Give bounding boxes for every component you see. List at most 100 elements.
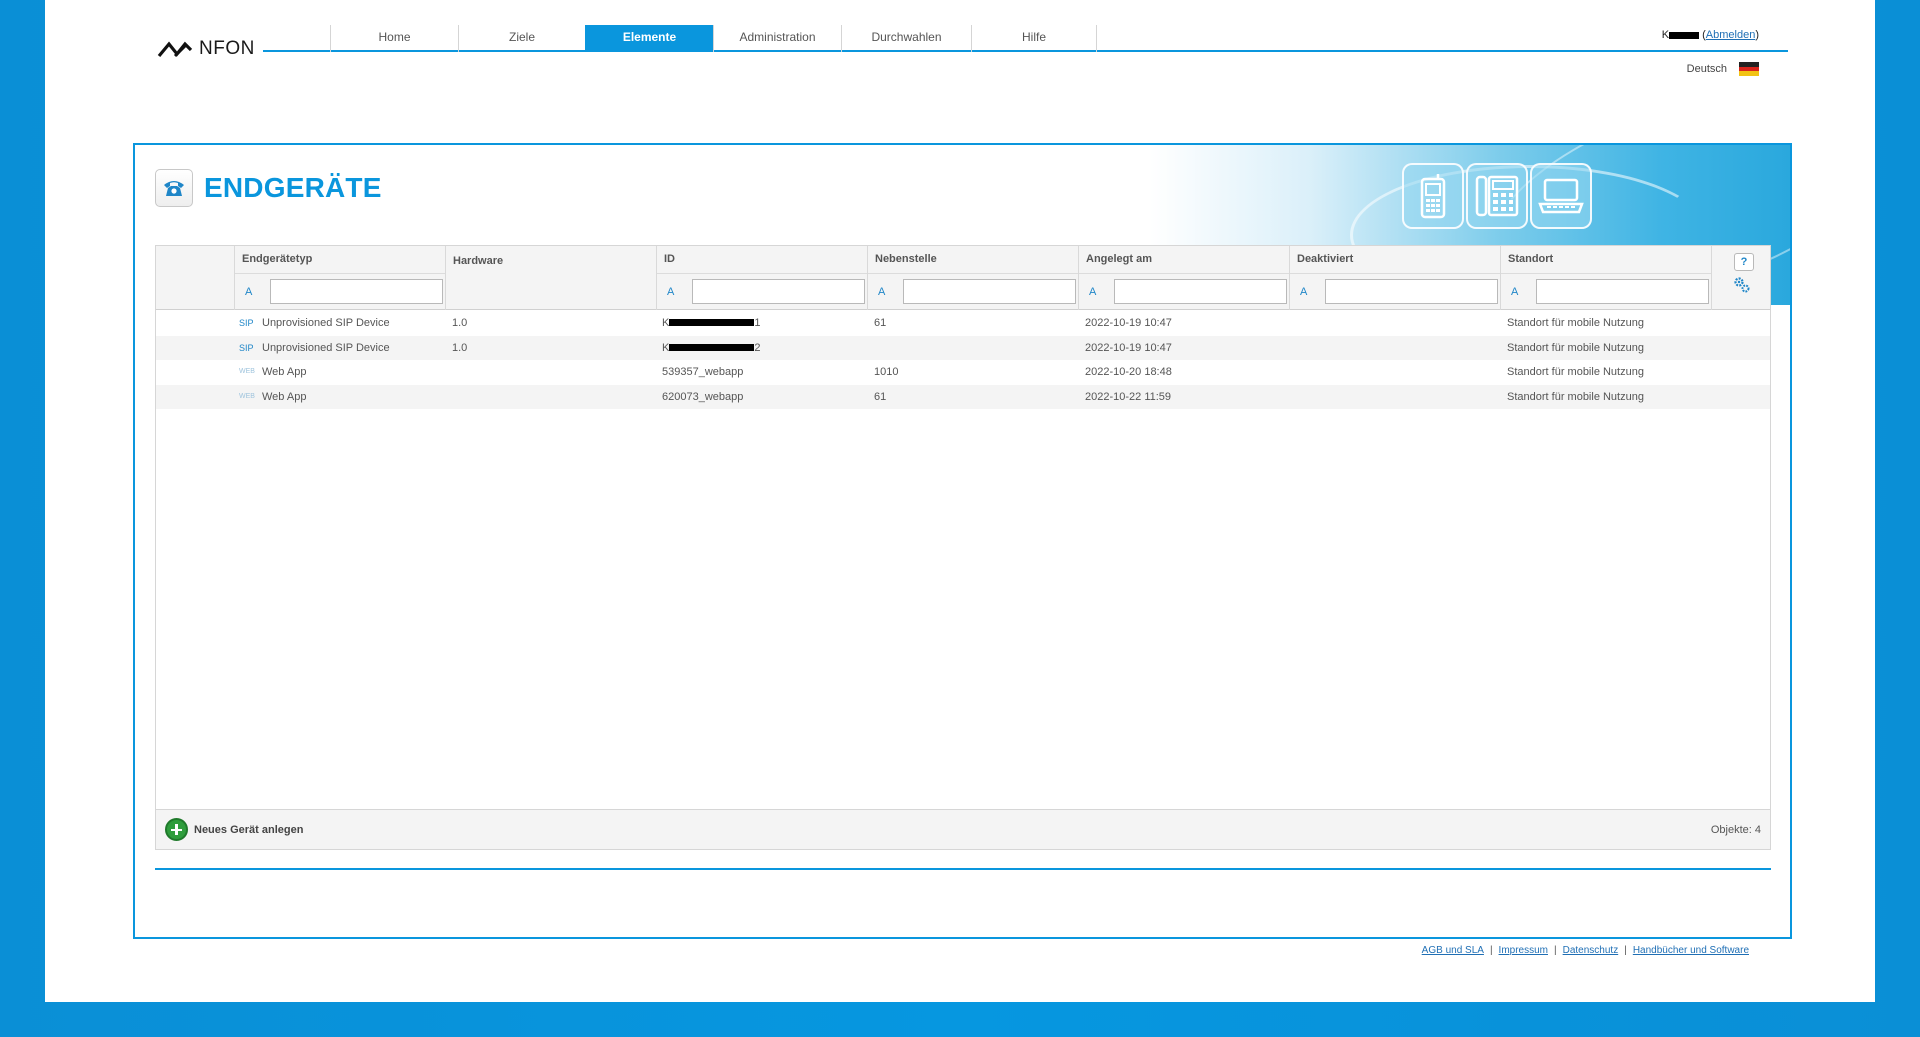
add-device-label: Neues Gerät anlegen [194,823,304,836]
panel-divider [155,868,1771,870]
cell-angelegt: 2022-10-20 18:48 [1085,366,1172,378]
cell-angelegt: 2022-10-19 10:47 [1085,341,1172,354]
nfon-logo[interactable]: NFON [157,38,255,60]
add-device-button[interactable]: Neues Gerät anlegen [165,818,303,841]
cell-nebenstelle: 61 [874,317,887,329]
nav-hilfe[interactable]: Hilfe [971,25,1097,52]
nav-durchwahlen[interactable]: Durchwahlen [841,25,971,52]
column-standort: Standort A [1500,246,1711,310]
column-header-label[interactable]: Angelegt am [1086,253,1152,265]
page-title: ENDGERÄTE [204,172,382,203]
add-icon [165,818,188,841]
user-info: K (Abmelden) [1661,29,1759,41]
settings-gear-icon[interactable] [1733,276,1751,294]
cell-standort: Standort für mobile Nutzung [1507,317,1644,329]
column-hardware: Hardware [445,246,656,310]
footer-separator: | [1489,945,1493,956]
footer-links: AGB und SLA | Impressum | Datenschutz | … [1422,945,1749,956]
footer-link-handbuecher[interactable]: Handbücher und Software [1633,945,1749,956]
cell-nebenstelle: 61 [874,390,887,403]
phone-icon [155,169,193,207]
table-header: Endgerätetyp A Hardware ID A Nebenstelle [156,246,1770,310]
column-header-label[interactable]: Deaktiviert [1297,253,1353,265]
footer-separator: | [1624,945,1627,956]
filter-mode-icon[interactable]: A [1511,286,1518,298]
webapp-icon: WEB [239,368,255,375]
nav-elemente[interactable]: Elemente [585,25,713,52]
column-header-label[interactable]: Nebenstelle [875,253,937,265]
nav-home[interactable]: Home [330,25,458,52]
cell-angelegt: 2022-10-22 11:59 [1085,390,1172,403]
column-endgeraetetyp: Endgerätetyp A [234,246,445,310]
column-tools: ? [1711,246,1772,310]
language-label: Deutsch [1686,63,1727,75]
laptop-icon [1530,163,1592,229]
cell-type: Unprovisioned SIP Device [262,341,390,354]
table-row[interactable]: SIP Unprovisioned SIP Device 1.0 K1 61 2… [156,311,1770,336]
filter-input-deaktiviert[interactable] [1325,279,1498,304]
cell-nebenstelle: 1010 [874,366,899,378]
column-header-label[interactable]: Standort [1508,253,1553,265]
filter-input-endgeraetetyp[interactable] [270,279,443,304]
cell-id: 620073_webapp [662,390,744,403]
nav-administration[interactable]: Administration [713,25,841,52]
main-panel: ENDGERÄTE Endgerätetyp A Hardware ID A N… [133,143,1792,939]
sip-icon: SIP [239,342,254,353]
cell-type: Web App [262,366,307,378]
footer-link-agb[interactable]: AGB und SLA [1422,945,1484,956]
brand-name: NFON [199,38,255,59]
page-header: ENDGERÄTE [155,169,382,207]
page-background: NFON Home Ziele Elemente Administration … [45,0,1875,1002]
cell-standort: Standort für mobile Nutzung [1507,341,1644,354]
filter-mode-icon[interactable]: A [878,286,885,298]
cell-id: K2 [662,341,761,354]
column-angelegt-am: Angelegt am A [1078,246,1289,310]
german-flag-icon[interactable] [1739,62,1759,77]
nav-ziele[interactable]: Ziele [458,25,585,52]
user-name-prefix: K [1661,29,1670,41]
filter-input-nebenstelle[interactable] [903,279,1076,304]
filter-input-angelegt-am[interactable] [1114,279,1287,304]
cell-type: Web App [262,390,307,403]
mobile-phone-icon [1402,163,1464,229]
device-icons [1402,163,1592,229]
table-row[interactable]: WEB Web App 620073_webapp 61 2022-10-22 … [156,384,1770,409]
filter-mode-icon[interactable]: A [667,286,674,298]
column-header-label[interactable]: ID [664,253,675,265]
cell-type: Unprovisioned SIP Device [262,317,390,329]
footer-link-impressum[interactable]: Impressum [1499,945,1548,956]
filter-input-id[interactable] [692,279,865,304]
filter-mode-icon[interactable]: A [1089,286,1096,298]
cell-hardware: 1.0 [452,317,468,329]
devices-table: Endgerätetyp A Hardware ID A Nebenstelle [155,245,1771,850]
cell-id: 539357_webapp [662,366,744,378]
column-header-label[interactable]: Endgerätetyp [242,253,312,265]
cell-standort: Standort für mobile Nutzung [1507,366,1644,378]
cell-hardware: 1.0 [452,341,468,354]
webapp-icon: WEB [239,392,255,400]
language-selector[interactable]: Deutsch [1686,62,1759,77]
cell-standort: Standort für mobile Nutzung [1507,390,1644,403]
table-footer: Neues Gerät anlegen Objekte: 4 [156,809,1770,849]
user-name-redacted [1669,31,1700,39]
main-nav: Home Ziele Elemente Administration Durch… [330,25,1097,52]
sip-icon: SIP [239,318,254,328]
column-deaktiviert: Deaktiviert A [1289,246,1500,310]
desk-phone-icon [1466,163,1528,229]
logout-link[interactable]: Abmelden [1706,29,1756,41]
cell-id: K1 [662,317,761,329]
table-row[interactable]: WEB Web App 539357_webapp 1010 2022-10-2… [156,360,1770,385]
object-count: Objekte: 4 [1710,824,1761,836]
table-row[interactable]: SIP Unprovisioned SIP Device 1.0 K2 2022… [156,335,1770,360]
filter-input-standort[interactable] [1536,279,1709,304]
column-header-label[interactable]: Hardware [453,255,503,267]
filter-mode-icon[interactable]: A [245,286,252,298]
filter-mode-icon[interactable]: A [1300,286,1307,298]
footer-separator: | [1554,945,1557,956]
table-body: SIP Unprovisioned SIP Device 1.0 K1 61 2… [156,311,1770,409]
nfon-logo-icon [157,41,193,58]
column-id: ID A [656,246,867,310]
column-nebenstelle: Nebenstelle A [867,246,1078,310]
help-button[interactable]: ? [1734,253,1754,271]
footer-link-datenschutz[interactable]: Datenschutz [1563,945,1619,956]
